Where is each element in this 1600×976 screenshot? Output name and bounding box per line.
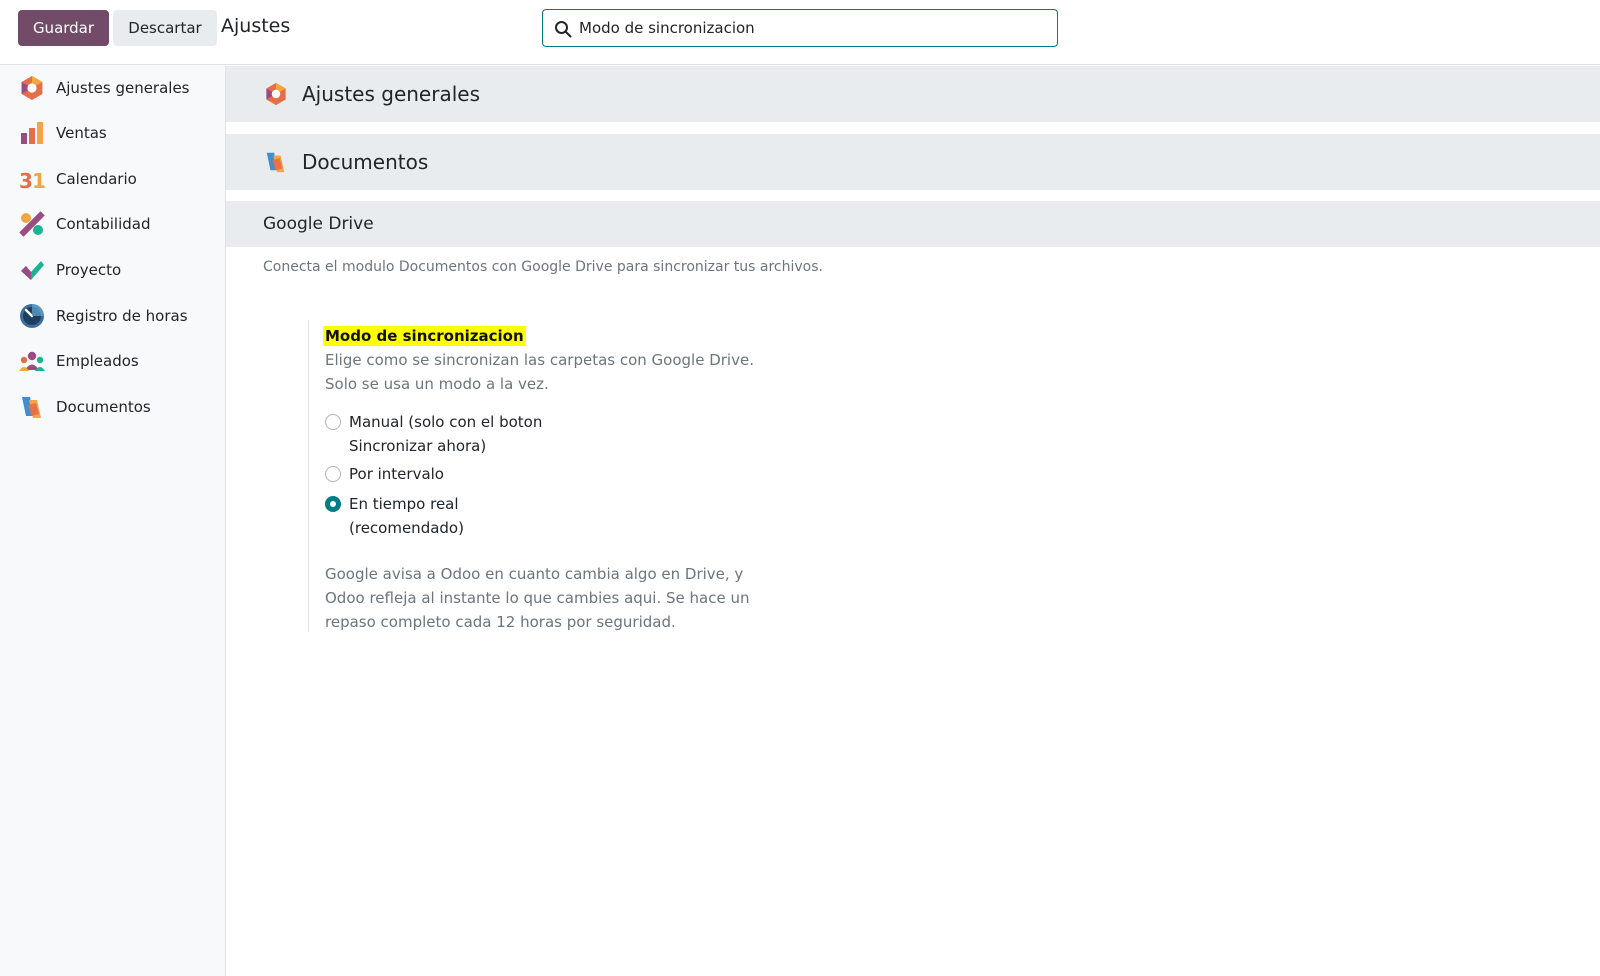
control-panel: Guardar Descartar Ajustes (0, 0, 1600, 65)
project-check-icon (19, 257, 45, 283)
section-description: Conecta el modulo Documentos con Google … (263, 259, 823, 275)
settings-content: Ajustes generales Documentos Google Driv… (226, 66, 1600, 976)
sales-chart-icon (19, 120, 45, 146)
sidebar-item-label: Ventas (56, 124, 107, 142)
radio-label: En tiempo real (recomendado) (349, 492, 589, 540)
sidebar-item-contabilidad[interactable]: Contabilidad (0, 202, 225, 246)
search-icon (555, 21, 572, 38)
setting-title: Modo de sincronizacion (323, 326, 526, 346)
sidebar-item-label: Empleados (56, 352, 139, 370)
setting-help-line: Elige como se sincronizan las carpetas c… (325, 351, 754, 369)
settings-hexagon-icon (19, 75, 45, 101)
sidebar-item-calendario[interactable]: Calendario (0, 157, 225, 201)
save-button[interactable]: Guardar (18, 10, 109, 46)
sidebar-item-registro-de-horas[interactable]: Registro de horas (0, 294, 225, 338)
sidebar-item-label: Registro de horas (56, 307, 188, 325)
app-header-ajustes-generales: Ajustes generales (226, 66, 1600, 122)
sidebar-item-label: Documentos (56, 398, 151, 416)
setting-note: Google avisa a Odoo en cuanto cambia alg… (325, 562, 795, 634)
sidebar-item-documentos[interactable]: Documentos (0, 385, 225, 429)
radio-label-line: En tiempo real (349, 495, 459, 513)
radio-option-manual[interactable]: Manual (solo con el boton Sincronizar ah… (325, 410, 589, 458)
setting-help: Elige como se sincronizan las carpetas c… (325, 348, 795, 396)
app-header-documentos: Documentos (226, 134, 1600, 190)
setting-note-line: Odoo refleja al instante lo que cambies … (325, 589, 750, 607)
setting-note-line: repaso completo cada 12 horas por seguri… (325, 613, 676, 631)
setting-help-line: Solo se usa un modo a la vez. (325, 375, 549, 393)
section-title: Google Drive (263, 214, 374, 234)
sidebar-item-ajustes-generales[interactable]: Ajustes generales (0, 66, 225, 110)
documents-icon (19, 394, 45, 420)
employees-icon (19, 348, 45, 374)
section-header-google-drive: Google Drive (226, 201, 1600, 247)
sidebar-item-label: Ajustes generales (56, 79, 190, 97)
sidebar-item-label: Proyecto (56, 261, 122, 279)
search-input[interactable] (579, 10, 1049, 46)
setting-note-line: Google avisa a Odoo en cuanto cambia alg… (325, 565, 744, 583)
accounting-icon (19, 211, 45, 237)
sidebar-item-label: Contabilidad (56, 215, 151, 233)
settings-sidebar: Ajustes generales Ventas Calendario Cont… (0, 66, 226, 976)
radio-label-line: (recomendado) (349, 519, 464, 537)
sidebar-item-label: Calendario (56, 170, 137, 188)
discard-button[interactable]: Descartar (113, 10, 217, 46)
search-box[interactable] (542, 9, 1058, 47)
breadcrumb: Ajustes (221, 15, 291, 37)
settings-hexagon-icon (264, 82, 288, 106)
sidebar-item-proyecto[interactable]: Proyecto (0, 248, 225, 292)
radio-label: Manual (solo con el boton Sincronizar ah… (349, 410, 589, 458)
radio-option-realtime[interactable]: En tiempo real (recomendado) (325, 492, 589, 540)
radio-label-line: Manual (solo con el boton (349, 413, 543, 431)
radio-option-interval[interactable]: Por intervalo (325, 462, 589, 486)
calendar-icon (19, 166, 45, 192)
radio-label: Por intervalo (349, 465, 444, 483)
sidebar-item-ventas[interactable]: Ventas (0, 111, 225, 155)
app-title: Ajustes generales (302, 82, 480, 106)
app-title: Documentos (302, 150, 429, 174)
radio-button[interactable] (325, 414, 341, 430)
sidebar-item-empleados[interactable]: Empleados (0, 339, 225, 383)
radio-label-line: Sincronizar ahora) (349, 437, 487, 455)
timesheet-clock-icon (19, 303, 45, 329)
radio-button[interactable] (325, 466, 341, 482)
radio-button-selected[interactable] (325, 496, 341, 512)
documents-icon (264, 150, 288, 174)
setting-sync-mode: Modo de sincronizacion Elige como se sin… (308, 320, 808, 632)
